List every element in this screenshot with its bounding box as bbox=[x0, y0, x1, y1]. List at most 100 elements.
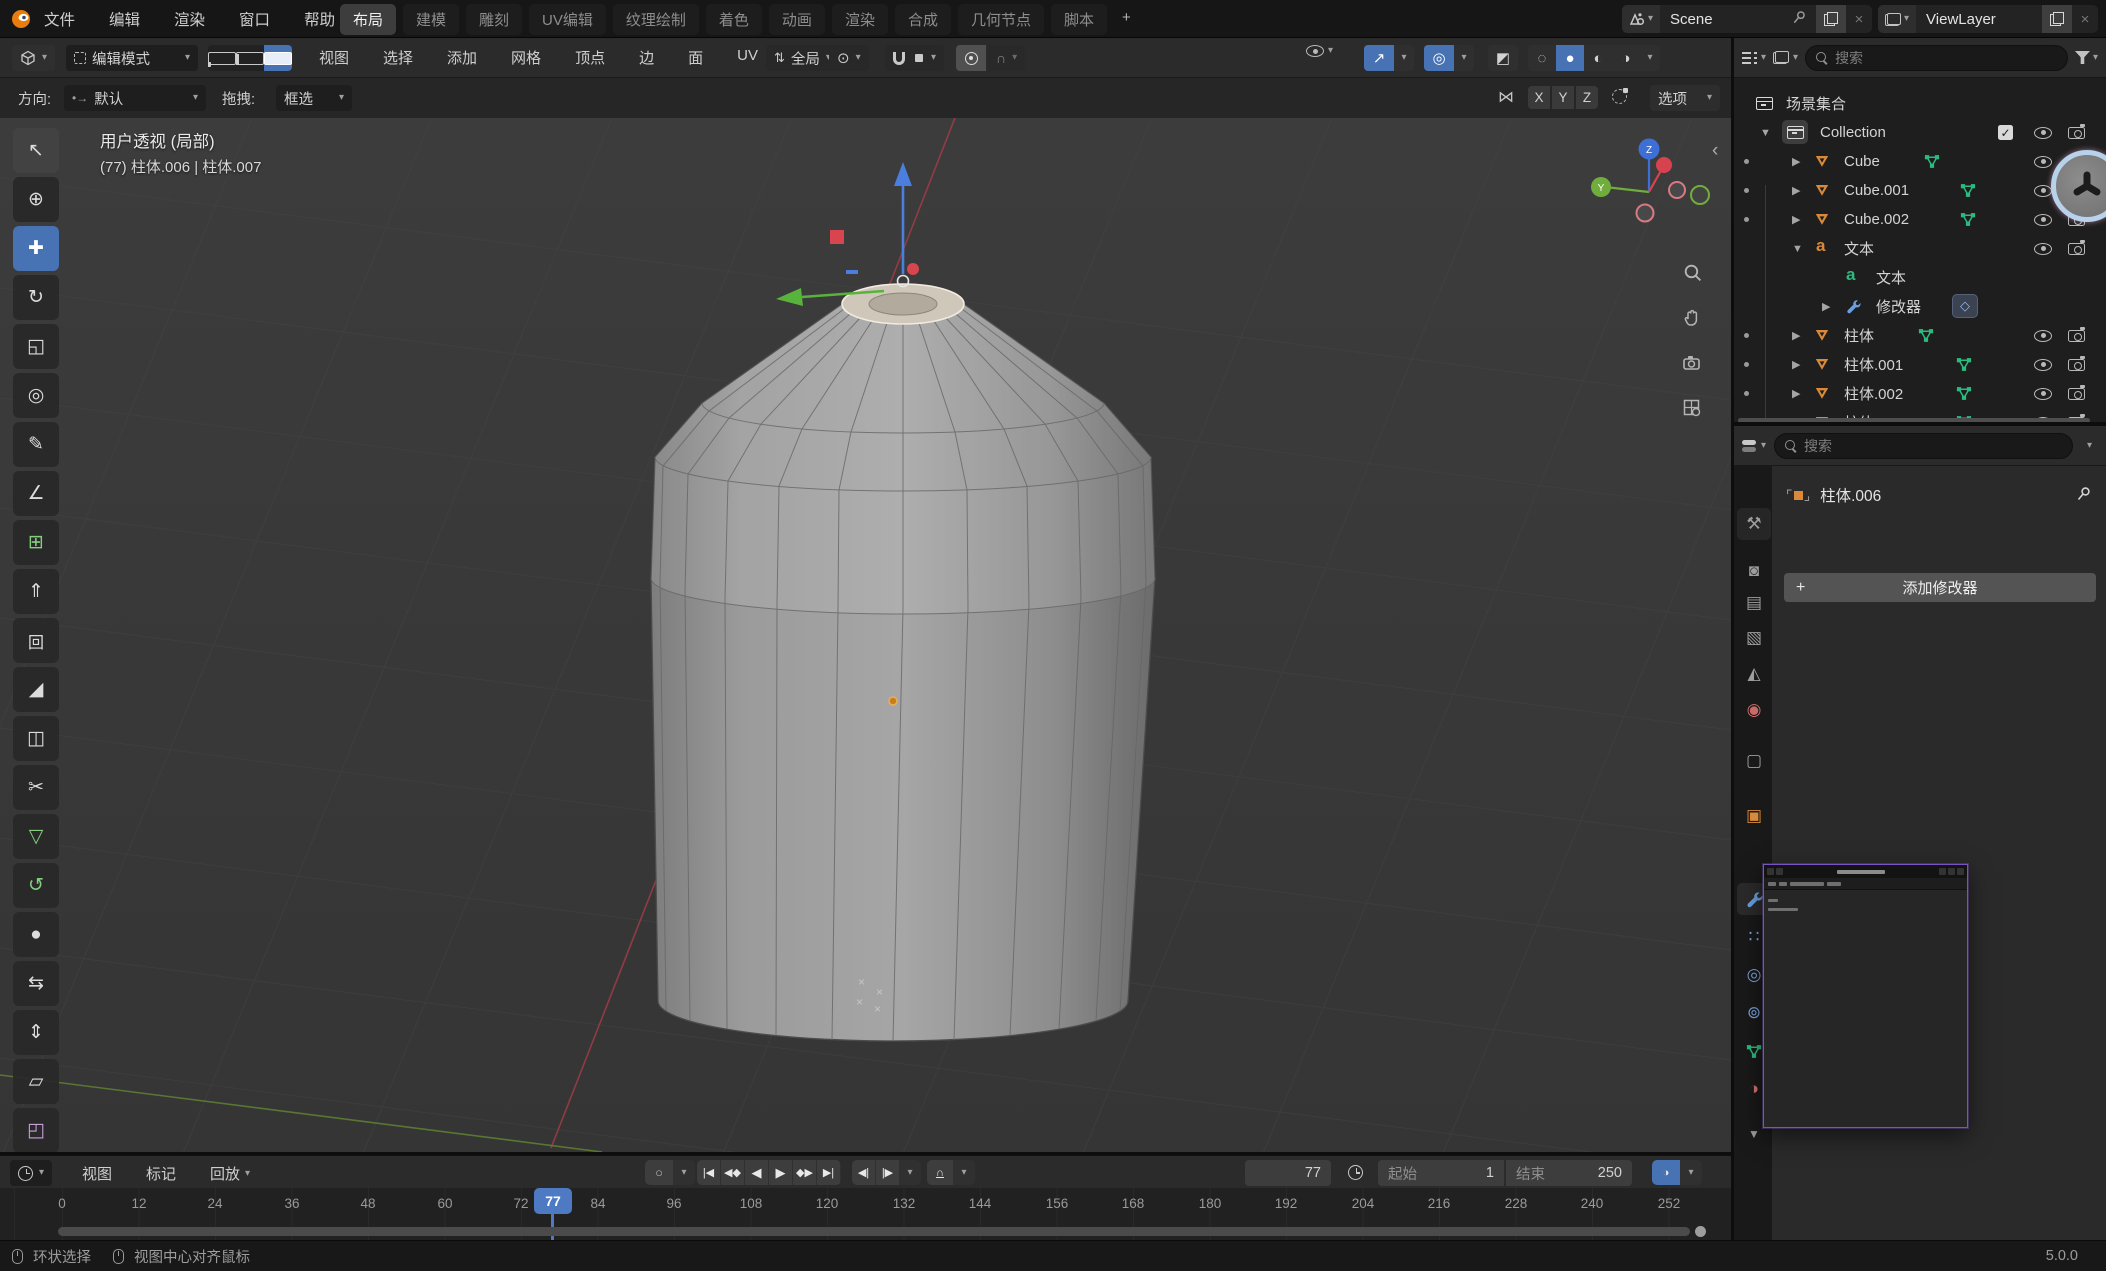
gizmo-dropdown[interactable]: ▾ bbox=[1394, 45, 1414, 71]
drag-dropdown[interactable]: 框选 ▾ bbox=[276, 85, 352, 111]
overlay-window-button[interactable] bbox=[1767, 868, 1774, 875]
mirror-y-button[interactable]: Y bbox=[1552, 86, 1574, 109]
chevron-down-icon[interactable]: ▾ bbox=[900, 1160, 920, 1185]
eye-icon[interactable] bbox=[2034, 359, 2052, 371]
tree-row-text-data[interactable]: a 文本 bbox=[1734, 263, 2106, 292]
timeline-splitter[interactable] bbox=[0, 1152, 1731, 1155]
face-select-button[interactable] bbox=[264, 45, 292, 71]
keying-set-icon[interactable]: ∩ bbox=[927, 1160, 953, 1185]
tab-collection[interactable]: ▢ bbox=[1737, 745, 1771, 777]
timeline-scrollbar-knob[interactable] bbox=[1695, 1226, 1706, 1237]
tab-uv-editing[interactable]: UV编辑 bbox=[529, 4, 606, 35]
options-dropdown[interactable]: 选项 ▾ bbox=[1650, 85, 1720, 111]
shading-rendered-button[interactable]: ◑ bbox=[1612, 45, 1640, 71]
eye-icon[interactable] bbox=[2034, 243, 2052, 255]
snap-base-icon[interactable] bbox=[1612, 89, 1627, 104]
tab-compositing[interactable]: 合成 bbox=[895, 4, 951, 35]
eye-icon[interactable] bbox=[2034, 214, 2052, 226]
tool-box-select-button[interactable]: ↖ bbox=[13, 128, 59, 173]
play-reverse-button[interactable]: ◀ bbox=[745, 1160, 768, 1185]
tab-layout[interactable]: 布局 bbox=[340, 4, 396, 35]
tool-transform-button[interactable]: ◎ bbox=[13, 373, 59, 418]
chevron-down-icon[interactable]: ▾ bbox=[674, 1160, 694, 1185]
editor-type-button[interactable]: ▾ bbox=[1742, 439, 1766, 453]
tree-row-scene-collection[interactable]: 场景集合 bbox=[1734, 89, 2106, 118]
tree-row-modifiers[interactable]: ▶ 修改器 ◇ bbox=[1734, 292, 2106, 321]
outliner-search-input[interactable] bbox=[1835, 50, 2057, 66]
proportional-editing-toggle[interactable] bbox=[956, 45, 986, 71]
direction-dropdown[interactable]: •→ 默认 ▾ bbox=[64, 85, 206, 111]
overlay-window-titlebar[interactable] bbox=[1764, 865, 1967, 878]
outliner-properties-splitter[interactable] bbox=[1734, 422, 2106, 426]
visibility-eye-icon[interactable] bbox=[1306, 45, 1324, 57]
menu-view[interactable]: 视图 bbox=[78, 1163, 116, 1184]
use-preview-range-icon[interactable] bbox=[1348, 1165, 1363, 1180]
menu-help[interactable]: 帮助 bbox=[300, 8, 339, 30]
nav-y-ball[interactable]: Y bbox=[1598, 183, 1605, 194]
ortho-grid-button[interactable] bbox=[1674, 390, 1710, 426]
camera-icon[interactable] bbox=[2068, 243, 2085, 255]
pan-hand-button[interactable] bbox=[1674, 300, 1710, 336]
playhead[interactable]: 77 bbox=[534, 1188, 572, 1214]
modifier-display-button[interactable]: ◇ bbox=[1952, 294, 1978, 318]
menu-add[interactable]: 添加 bbox=[443, 47, 481, 68]
auto-keyframe-toggle[interactable]: ○ bbox=[645, 1160, 673, 1185]
next-keyframe-button[interactable]: ◆▶ bbox=[793, 1160, 816, 1185]
menu-view[interactable]: 视图 bbox=[315, 47, 353, 68]
mirror-icon[interactable]: ⋈ bbox=[1498, 87, 1514, 107]
edge-select-button[interactable] bbox=[236, 45, 264, 71]
menu-window[interactable]: 窗口 bbox=[235, 8, 274, 30]
tab-world[interactable]: ◉ bbox=[1737, 694, 1771, 726]
mirror-x-button[interactable]: X bbox=[1528, 86, 1550, 109]
menu-face[interactable]: 面 bbox=[684, 47, 707, 68]
add-modifier-button[interactable]: + 添加修改器 bbox=[1784, 573, 2096, 602]
tool-spin-button[interactable]: ↺ bbox=[13, 863, 59, 908]
chevron-right-icon[interactable]: ▶ bbox=[1822, 300, 1830, 313]
tool-rotate-button[interactable]: ↻ bbox=[13, 275, 59, 320]
show-gizmo-toggle[interactable]: ↗ bbox=[1364, 45, 1394, 71]
current-frame-field[interactable]: 77 bbox=[1245, 1160, 1331, 1186]
sync-toggle[interactable]: ◑ bbox=[1652, 1160, 1680, 1185]
chevron-down-icon[interactable]: ▾ bbox=[2081, 441, 2098, 451]
camera-view-button[interactable] bbox=[1674, 345, 1710, 381]
properties-search-input[interactable] bbox=[1804, 438, 2062, 454]
eye-icon[interactable] bbox=[2034, 127, 2052, 139]
tab-view-layer[interactable]: ▧ bbox=[1737, 622, 1771, 654]
properties-search[interactable] bbox=[1774, 433, 2073, 459]
tool-shrink-fatten-button[interactable]: ⇕ bbox=[13, 1010, 59, 1055]
vertical-splitter[interactable] bbox=[1731, 38, 1734, 1240]
frame-start-field[interactable]: 起始 1 bbox=[1378, 1160, 1504, 1186]
tool-cursor-button[interactable]: ⊕ bbox=[13, 177, 59, 222]
overlay-close-button[interactable] bbox=[1957, 868, 1964, 875]
tab-sculpting[interactable]: 雕刻 bbox=[466, 4, 522, 35]
tree-row-cylinder[interactable]: ▶ 柱体 bbox=[1734, 321, 2106, 350]
eye-icon[interactable] bbox=[2034, 388, 2052, 400]
tool-bevel-button[interactable]: ◢ bbox=[13, 667, 59, 712]
chevron-down-icon[interactable]: ▾ bbox=[954, 1160, 974, 1185]
tree-row-text-object[interactable]: ▼ a 文本 bbox=[1734, 234, 2106, 263]
tree-row-cylinder001[interactable]: ▶ 柱体.001 bbox=[1734, 350, 2106, 379]
tool-extrude-region-button[interactable]: ⇑ bbox=[13, 569, 59, 614]
breadcrumb-object-name[interactable]: 柱体.006 bbox=[1820, 484, 1881, 506]
next-frame-button[interactable]: |▶ bbox=[876, 1160, 899, 1185]
camera-icon[interactable] bbox=[2068, 127, 2085, 139]
previous-frame-button[interactable]: ◀| bbox=[852, 1160, 875, 1185]
tab-geometry-nodes[interactable]: 几何节点 bbox=[958, 4, 1044, 35]
tab-shading[interactable]: 着色 bbox=[706, 4, 762, 35]
menu-uv[interactable]: UV bbox=[733, 47, 762, 68]
menu-render[interactable]: 渲染 bbox=[170, 8, 209, 30]
overlays-dropdown[interactable]: ▾ bbox=[1454, 45, 1474, 71]
tool-scale-button[interactable]: ◱ bbox=[13, 324, 59, 369]
camera-icon[interactable] bbox=[2068, 330, 2085, 342]
menu-edge[interactable]: 边 bbox=[635, 47, 658, 68]
copy-scene-button[interactable] bbox=[1816, 5, 1846, 33]
menu-vertex[interactable]: 顶点 bbox=[571, 47, 609, 68]
eye-icon[interactable] bbox=[2034, 330, 2052, 342]
shading-wireframe-button[interactable]: ◌ bbox=[1528, 45, 1556, 71]
tab-object[interactable]: ▣ bbox=[1737, 800, 1771, 832]
chevron-down-icon[interactable]: ▼ bbox=[1792, 243, 1803, 255]
tab-texture-paint[interactable]: 纹理绘制 bbox=[613, 4, 699, 35]
viewlayer-icon[interactable]: ▾ bbox=[1878, 5, 1916, 33]
tab-scripting[interactable]: 脚本 bbox=[1051, 4, 1107, 35]
vertex-select-button[interactable] bbox=[208, 45, 236, 71]
